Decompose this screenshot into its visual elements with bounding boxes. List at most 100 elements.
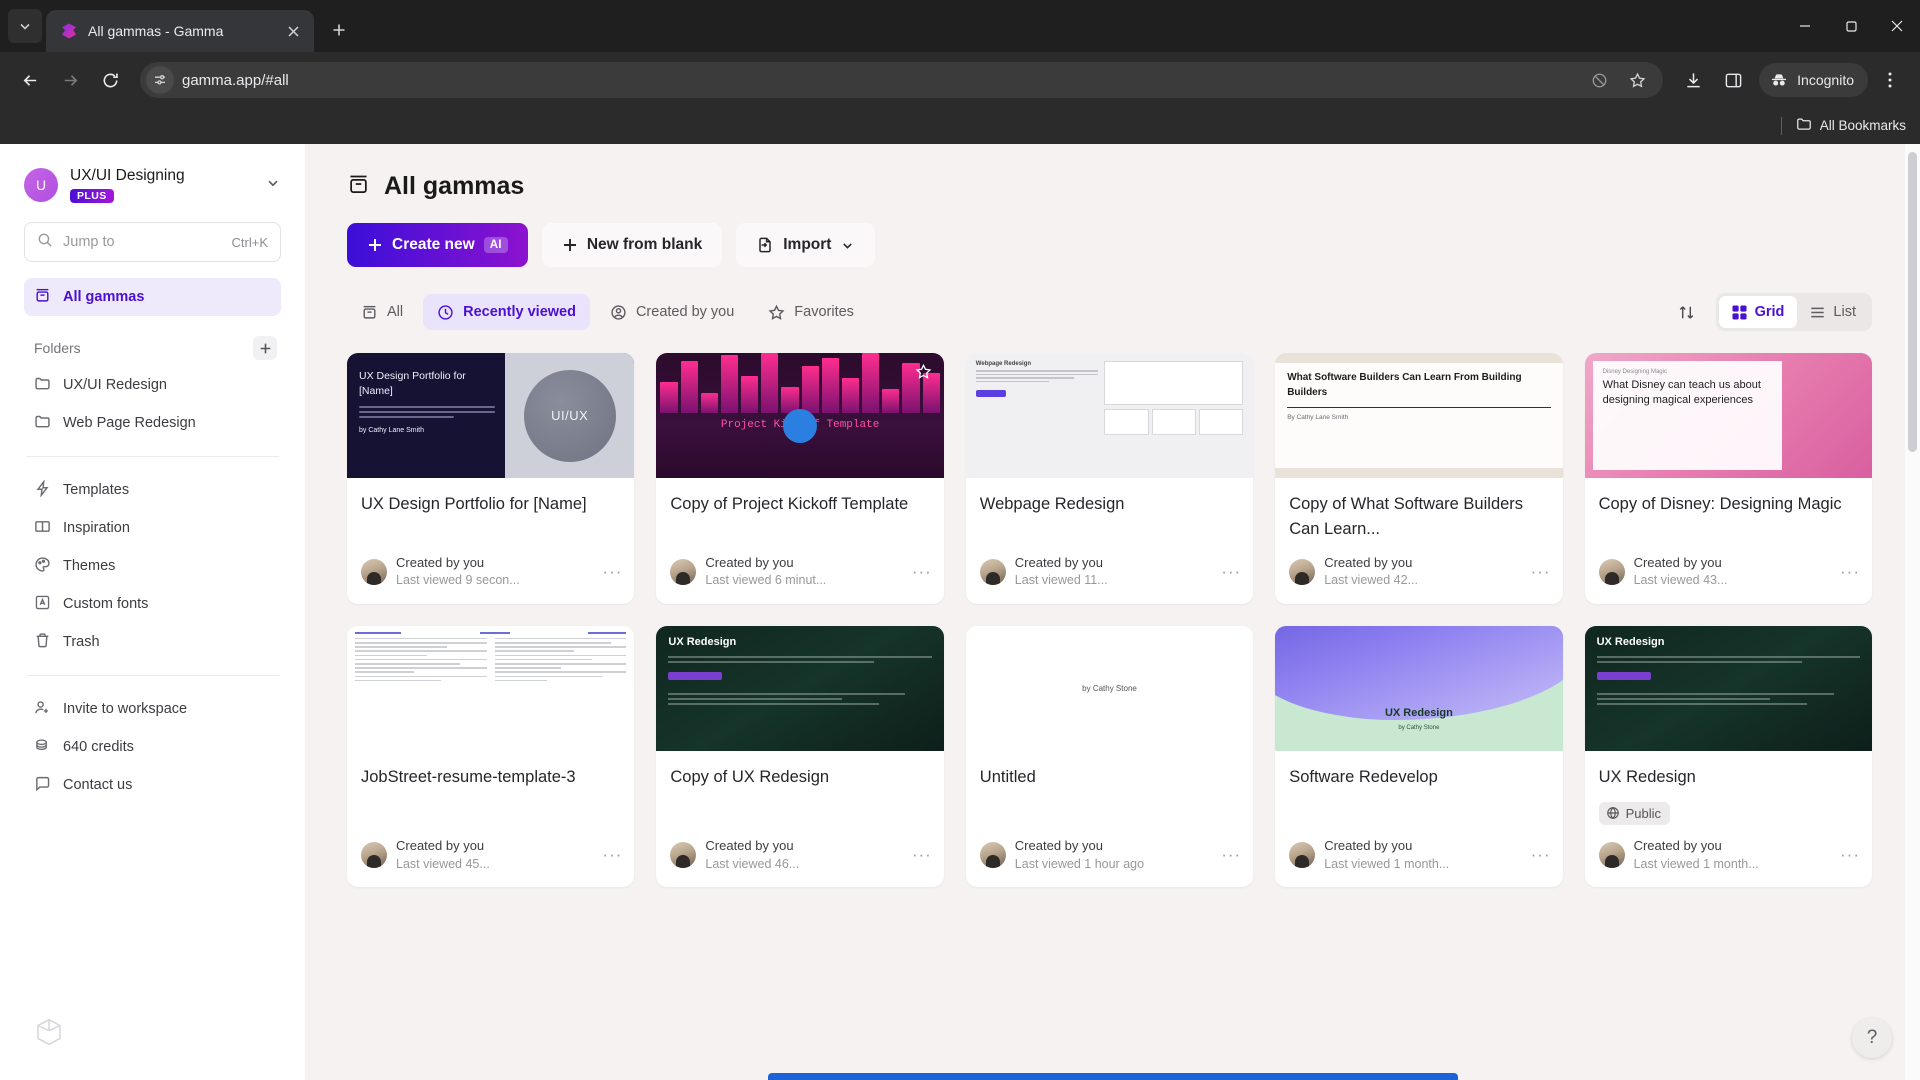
table-row[interactable]: JobStreet-resume-template-3 Created by y…: [347, 626, 634, 887]
card-footer: Created by you Last viewed 6 minut... ··…: [656, 542, 943, 604]
sidebar-item-all-gammas[interactable]: All gammas: [24, 278, 281, 316]
scrollbar[interactable]: [1905, 144, 1920, 1080]
url-text: gamma.app/#all: [182, 72, 1573, 89]
tab-all[interactable]: All: [347, 294, 417, 330]
sidebar-item-custom-fonts[interactable]: Custom fonts: [24, 585, 281, 623]
sidebar-item-invite-to-workspace[interactable]: Invite to workspace: [24, 690, 281, 728]
globe-icon: [1606, 806, 1620, 820]
card-menu-icon[interactable]: ···: [1531, 845, 1551, 865]
new-from-blank-button[interactable]: New from blank: [542, 223, 722, 267]
address-bar[interactable]: gamma.app/#all: [140, 62, 1663, 98]
site-settings-icon[interactable]: [146, 66, 174, 94]
all-bookmarks-label[interactable]: All Bookmarks: [1820, 118, 1906, 133]
table-row[interactable]: Disney Designing Magic What Disney can t…: [1585, 353, 1872, 604]
scrollbar-thumb[interactable]: [1908, 152, 1917, 452]
table-row[interactable]: UX Redesign by Cathy Stone Software Rede…: [1275, 626, 1562, 887]
card-thumbnail[interactable]: UX Redesign: [1585, 626, 1872, 751]
card-menu-icon[interactable]: ···: [912, 562, 932, 582]
card-menu-icon[interactable]: ···: [1221, 562, 1241, 582]
chevron-down-icon[interactable]: [265, 175, 281, 196]
close-window-button[interactable]: [1874, 0, 1920, 52]
avatar: [361, 842, 387, 868]
card-thumbnail[interactable]: [347, 626, 634, 751]
sidebar-item-trash[interactable]: Trash: [24, 623, 281, 661]
card-thumbnail[interactable]: by Cathy Stone: [966, 626, 1253, 751]
plan-badge: PLUS: [70, 189, 114, 203]
card-author: Created by you: [1324, 837, 1521, 855]
gamma-watermark: [24, 1015, 281, 1080]
status-badge: Public: [1599, 802, 1670, 825]
card-thumbnail[interactable]: What Software Builders Can Learn From Bu…: [1275, 353, 1562, 478]
help-button[interactable]: ?: [1852, 1018, 1892, 1058]
side-panel-icon[interactable]: [1715, 62, 1751, 98]
close-icon[interactable]: [282, 20, 304, 42]
incognito-indicator[interactable]: Incognito: [1759, 63, 1868, 97]
table-row[interactable]: UX Design Portfolio for [Name] by Cathy …: [347, 353, 634, 604]
add-folder-button[interactable]: [253, 336, 277, 360]
browser-tab[interactable]: All gammas - Gamma: [46, 10, 314, 52]
card-thumbnail[interactable]: UX Design Portfolio for [Name] by Cathy …: [347, 353, 634, 478]
minimize-button[interactable]: [1782, 0, 1828, 52]
sidebar-item-web-page-redesign[interactable]: Web Page Redesign: [24, 404, 281, 442]
sidebar-item-inspiration[interactable]: Inspiration: [24, 509, 281, 547]
sidebar-item-templates[interactable]: Templates: [24, 471, 281, 509]
card-thumbnail[interactable]: Project Kickoff Template: [656, 353, 943, 478]
card-menu-icon[interactable]: ···: [602, 845, 622, 865]
card-thumbnail[interactable]: Disney Designing Magic What Disney can t…: [1585, 353, 1872, 478]
forward-icon[interactable]: [52, 62, 88, 98]
back-icon[interactable]: [12, 62, 48, 98]
import-button[interactable]: Import: [736, 223, 875, 267]
table-row[interactable]: UX Redesign Copy of UX Redesign Created …: [656, 626, 943, 887]
downloads-icon[interactable]: [1675, 62, 1711, 98]
sort-arrows-icon[interactable]: [1672, 297, 1702, 327]
table-row[interactable]: by Cathy Stone Untitled Created by you L…: [966, 626, 1253, 887]
tab-search-button[interactable]: [8, 9, 42, 43]
card-menu-icon[interactable]: ···: [1221, 845, 1241, 865]
favorite-star-icon[interactable]: [915, 363, 932, 385]
reload-icon[interactable]: [92, 62, 128, 98]
sidebar-item-credits[interactable]: 640 credits: [24, 728, 281, 766]
card-title: Untitled: [980, 765, 1239, 790]
workspace-switcher[interactable]: U UX/UI Designing PLUS: [24, 166, 281, 204]
page-title-text: All gammas: [384, 172, 524, 201]
sidebar-item-themes[interactable]: Themes: [24, 547, 281, 585]
view-list-button[interactable]: List: [1797, 296, 1869, 328]
avatar: [361, 559, 387, 585]
card-menu-icon[interactable]: ···: [1840, 845, 1860, 865]
sidebar-item-contact-us[interactable]: Contact us: [24, 766, 281, 804]
thumb-bars: [656, 353, 943, 413]
sidebar-item-ux-ui-redesign[interactable]: UX/UI Redesign: [24, 366, 281, 404]
bookmark-separator: [1781, 117, 1782, 135]
maximize-button[interactable]: [1828, 0, 1874, 52]
tab-created-by-you[interactable]: Created by you: [596, 294, 748, 330]
card-thumbnail[interactable]: Webpage Redesign: [966, 353, 1253, 478]
card-menu-icon[interactable]: ···: [1531, 562, 1551, 582]
search-input[interactable]: Jump to Ctrl+K: [24, 222, 281, 262]
tab-favorites[interactable]: Favorites: [754, 294, 868, 330]
sidebar-item-label: 640 credits: [63, 739, 134, 755]
bookmark-star-icon[interactable]: [1619, 62, 1655, 98]
table-row[interactable]: What Software Builders Can Learn From Bu…: [1275, 353, 1562, 604]
new-tab-button[interactable]: [322, 13, 356, 47]
view-grid-label: Grid: [1755, 304, 1785, 320]
view-list-label: List: [1833, 304, 1856, 320]
tracking-protection-icon[interactable]: [1581, 62, 1617, 98]
card-menu-icon[interactable]: ···: [602, 562, 622, 582]
card-thumbnail[interactable]: UX Redesign by Cathy Stone: [1275, 626, 1562, 751]
tab-recently-viewed[interactable]: Recently viewed: [423, 294, 590, 330]
card-menu-icon[interactable]: ···: [912, 845, 932, 865]
table-row[interactable]: UX Redesign UX Redesign Public: [1585, 626, 1872, 887]
card-title: Copy of Disney: Designing Magic: [1599, 492, 1858, 517]
card-thumbnail[interactable]: UX Redesign: [656, 626, 943, 751]
incognito-label: Incognito: [1797, 72, 1854, 88]
card-title: UX Redesign: [1599, 765, 1858, 790]
view-grid-button[interactable]: Grid: [1719, 296, 1798, 328]
chrome-menu-icon[interactable]: [1872, 62, 1908, 98]
table-row[interactable]: Webpage Redesign W: [966, 353, 1253, 604]
create-new-button[interactable]: Create new AI: [347, 223, 528, 267]
card-menu-icon[interactable]: ···: [1840, 562, 1860, 582]
folders-label: Folders: [34, 340, 81, 356]
browser-window: All gammas - Gamma: [0, 0, 1920, 1080]
table-row[interactable]: Project Kickoff Template Copy of Project…: [656, 353, 943, 604]
thumb-title: Webpage Redesign: [976, 361, 1098, 367]
